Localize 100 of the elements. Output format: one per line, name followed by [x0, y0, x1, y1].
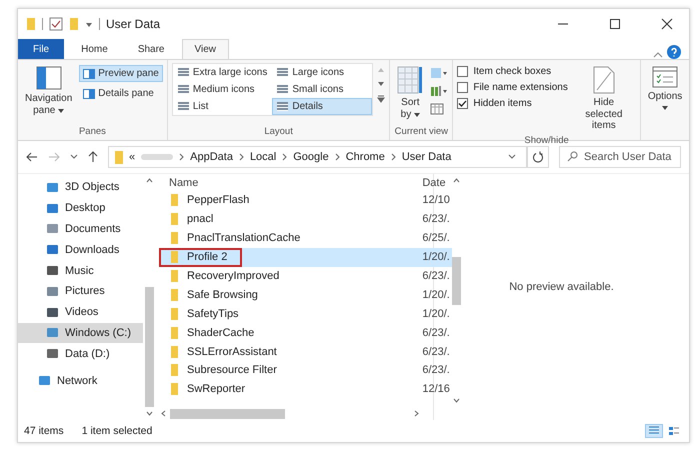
search-field[interactable]: Search User Data — [559, 146, 681, 168]
sidebar-item[interactable]: Desktop — [18, 198, 143, 219]
folder-icon — [171, 346, 178, 358]
checkbox[interactable]: File name extensions — [457, 81, 568, 94]
details-view-button[interactable] — [645, 424, 663, 438]
recent-locations-icon[interactable] — [70, 154, 78, 160]
close-icon[interactable] — [661, 18, 673, 30]
ribbon-tab[interactable]: View — [182, 39, 229, 59]
refresh-button[interactable] — [527, 146, 549, 168]
file-row[interactable]: PepperFlash 12/10 — [159, 191, 452, 210]
sidebar-item[interactable]: Network — [18, 370, 143, 391]
back-icon[interactable] — [26, 152, 38, 162]
column-header[interactable]: Date — [422, 176, 452, 188]
file-row[interactable]: Subresource Filter 6/23/. — [159, 361, 452, 380]
folder-icon — [171, 308, 178, 320]
hide-selected-items-button[interactable]: Hide selected items — [572, 63, 636, 134]
options-button[interactable]: Options — [644, 63, 686, 112]
scroll-up-icon[interactable] — [453, 178, 460, 183]
ribbon-tab[interactable]: File — [18, 39, 64, 59]
scrollbar-thumb[interactable] — [170, 408, 285, 418]
scrollbar-thumb[interactable] — [144, 287, 154, 407]
scroll-left-icon[interactable] — [161, 410, 166, 417]
column-header[interactable]: Name — [159, 176, 422, 188]
layout-option[interactable]: Large icons — [272, 64, 372, 81]
preview-pane-button[interactable]: Preview pane — [79, 65, 163, 82]
file-name: Profile 2 — [187, 251, 228, 264]
options-icon — [652, 66, 678, 88]
scroll-up-icon[interactable] — [146, 178, 152, 183]
dropdown-icon[interactable] — [85, 20, 93, 28]
location-icon — [38, 375, 51, 386]
checkbox-label: File name extensions — [473, 82, 568, 93]
folder-icon — [115, 150, 123, 164]
group-by-icon[interactable] — [430, 67, 448, 79]
sidebar-item[interactable]: Windows (C:) — [18, 322, 143, 344]
add-columns-icon[interactable] — [430, 85, 448, 97]
checkbox-icon[interactable] — [457, 82, 468, 93]
layout-option[interactable]: Medium icons — [172, 81, 272, 98]
sidebar-item[interactable]: Downloads — [18, 239, 143, 260]
breadcrumb[interactable]: User Data — [402, 151, 452, 163]
location-icon — [46, 348, 59, 360]
help-icon[interactable] — [667, 45, 681, 59]
ribbon-tab[interactable]: Home — [68, 39, 121, 59]
checkbox-icon[interactable] — [457, 98, 468, 109]
address-bar[interactable]: « AppData Local Google Chrome User Data — [108, 146, 527, 168]
group-label: Panes — [78, 126, 107, 139]
scroll-right-icon[interactable] — [414, 410, 419, 417]
search-icon — [567, 151, 578, 162]
breadcrumb[interactable]: Local — [250, 151, 276, 163]
folder-icon — [171, 288, 178, 301]
expand-icon[interactable] — [377, 95, 386, 103]
file-row[interactable]: SwReporter 12/16 — [159, 380, 452, 399]
checkbox-icon[interactable] — [49, 17, 63, 31]
ribbon-tab[interactable]: Share — [124, 39, 178, 59]
file-name: PnaclTranslationCache — [187, 232, 300, 244]
navigation-pane-button[interactable]: Navigation pane — [22, 63, 76, 119]
date-cell-text: 12/10 — [422, 194, 451, 206]
scrollbar-thumb[interactable] — [452, 257, 462, 305]
breadcrumb[interactable]: Chrome — [346, 151, 385, 163]
file-name: Subresource Filter — [187, 364, 277, 376]
file-row[interactable]: Profile 2 1/20/. — [159, 248, 452, 267]
checkbox[interactable]: Item check boxes — [457, 65, 568, 78]
sidebar-item[interactable]: Documents — [18, 218, 143, 240]
scroll-down-icon[interactable] — [377, 81, 386, 87]
layout-option[interactable]: Extra large icons — [172, 64, 272, 81]
file-row[interactable]: Safe Browsing 1/20/. — [159, 285, 452, 304]
scroll-down-icon[interactable] — [146, 411, 152, 416]
file-row[interactable]: SafetyTips 1/20/. — [159, 304, 452, 324]
file-row[interactable]: PnaclTranslationCache 6/25/. — [159, 228, 452, 248]
breadcrumb[interactable]: Google — [293, 151, 329, 163]
file-row[interactable]: pnacl 6/23/. — [159, 210, 452, 229]
sidebar-item[interactable]: Pictures — [18, 280, 143, 302]
refresh-icon — [532, 151, 544, 163]
sort-by-button[interactable]: Sort by — [394, 63, 426, 123]
maximize-icon[interactable] — [609, 18, 621, 30]
breadcrumb[interactable]: AppData — [190, 151, 233, 163]
layout-option[interactable]: Small icons — [272, 81, 372, 98]
overflow-indicator[interactable]: « — [129, 151, 136, 163]
checkbox[interactable]: Hidden items — [457, 97, 568, 110]
collapse-icon[interactable] — [653, 51, 663, 59]
caret-icon — [58, 108, 64, 112]
sidebar-item[interactable]: Music — [18, 260, 143, 281]
scroll-down-icon[interactable] — [453, 398, 460, 403]
location-icon — [46, 306, 59, 318]
sidebar-item[interactable]: Data (D:) — [18, 343, 143, 364]
layout-option[interactable]: Details — [272, 98, 372, 115]
up-icon[interactable] — [88, 151, 98, 163]
location-icon — [46, 202, 59, 214]
folder-icon — [26, 17, 36, 31]
checkbox-icon[interactable] — [457, 66, 468, 77]
chevron-icon — [282, 153, 288, 161]
file-row[interactable]: RecoveryImproved 6/23/. — [159, 266, 452, 286]
date-cell-text: 6/23/. — [422, 270, 451, 282]
layout-option[interactable]: List — [172, 98, 272, 115]
sidebar-item[interactable]: 3D Objects — [18, 177, 143, 198]
file-row[interactable]: SSLErrorAssistant 6/23/. — [159, 342, 452, 362]
sidebar-item[interactable]: Videos — [18, 302, 143, 323]
file-row[interactable]: ShaderCache 6/23/. — [159, 323, 452, 342]
details-pane-button[interactable]: Details pane — [79, 85, 163, 102]
tiles-view-icon — [668, 426, 680, 436]
dropdown-icon[interactable] — [508, 154, 516, 160]
